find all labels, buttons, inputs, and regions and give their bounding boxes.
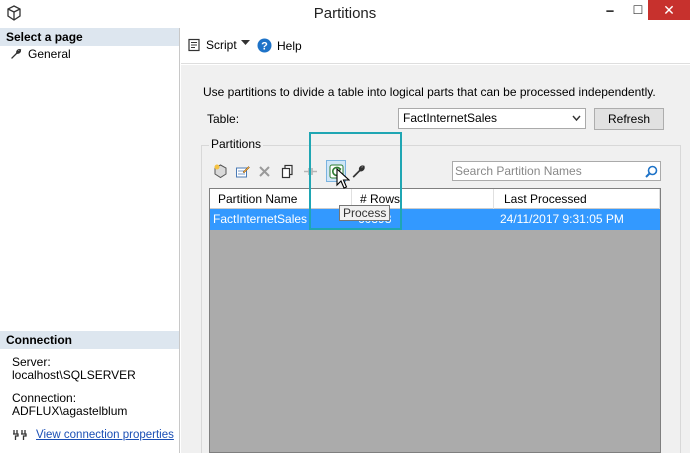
column-header-last-processed[interactable]: Last Processed [494, 189, 660, 209]
cell-partition-name: FactInternetSales [213, 212, 308, 226]
copy-partition-button[interactable] [278, 162, 296, 180]
table-label: Table: [207, 112, 240, 126]
toolbar: Script ? Help [181, 28, 690, 64]
partitions-group-label: Partitions [209, 137, 264, 151]
main-panel: Use partitions to divide a table into lo… [181, 65, 690, 453]
server-value: localhost\SQLSERVER [12, 368, 136, 382]
description-text: Use partitions to divide a table into lo… [203, 85, 656, 99]
highlight-box [309, 132, 402, 230]
table-select-value: FactInternetSales [403, 111, 498, 125]
connection-header: Connection [0, 331, 179, 349]
wrench-icon [11, 48, 22, 59]
delete-partition-button[interactable] [255, 162, 273, 180]
sidebar-item-general[interactable]: General [0, 46, 179, 62]
connection-details: Server: localhost\SQLSERVER Connection: … [12, 356, 177, 418]
table-row[interactable]: FactInternetSales 60398 24/11/2017 9:31:… [210, 209, 660, 230]
select-page-header: Select a page [0, 28, 179, 46]
view-connection-row: View connection properties [12, 428, 174, 442]
script-icon [188, 38, 200, 52]
script-label: Script [206, 38, 237, 52]
script-button[interactable]: Script [187, 38, 237, 52]
close-button[interactable]: ✕ [648, 0, 690, 20]
script-dropdown-arrow[interactable] [241, 40, 250, 46]
help-label: Help [277, 38, 302, 53]
new-partition-icon [214, 163, 226, 178]
plug-icon [13, 430, 27, 440]
search-placeholder: Search Partition Names [455, 164, 582, 178]
chevron-down-icon [241, 40, 250, 45]
table-select[interactable]: FactInternetSales [398, 108, 586, 129]
svg-text:?: ? [261, 41, 268, 53]
edit-partition-button[interactable] [233, 162, 251, 180]
help-icon: ? [257, 38, 272, 53]
refresh-button[interactable]: Refresh [594, 108, 664, 130]
new-partition-button[interactable] [211, 162, 229, 180]
partitions-grid[interactable]: Partition Name # Rows Last Processed Fac… [209, 188, 661, 453]
chevron-down-icon [572, 109, 581, 135]
copy-icon [281, 164, 293, 178]
title-bar: Partitions 🗕 ☐ ✕ [0, 0, 690, 28]
cell-last-processed: 24/11/2017 9:31:05 PM [500, 212, 624, 226]
sidebar: Select a page General Connection Server:… [0, 28, 180, 453]
window-title: Partitions [313, 5, 377, 22]
sidebar-item-label: General [28, 47, 71, 61]
connection-value: ADFLUX\agastelblum [12, 404, 128, 418]
view-connection-properties-link[interactable]: View connection properties [36, 429, 174, 441]
edit-partition-icon [235, 165, 250, 177]
mouse-cursor-icon [336, 168, 350, 189]
help-button[interactable]: ? Help [257, 38, 302, 53]
search-icon[interactable] [645, 165, 658, 178]
delete-icon [258, 165, 270, 177]
search-partition-input[interactable]: Search Partition Names [452, 161, 661, 181]
minimize-button[interactable]: 🗕 [596, 0, 624, 20]
grid-header: Partition Name # Rows Last Processed [210, 189, 660, 209]
